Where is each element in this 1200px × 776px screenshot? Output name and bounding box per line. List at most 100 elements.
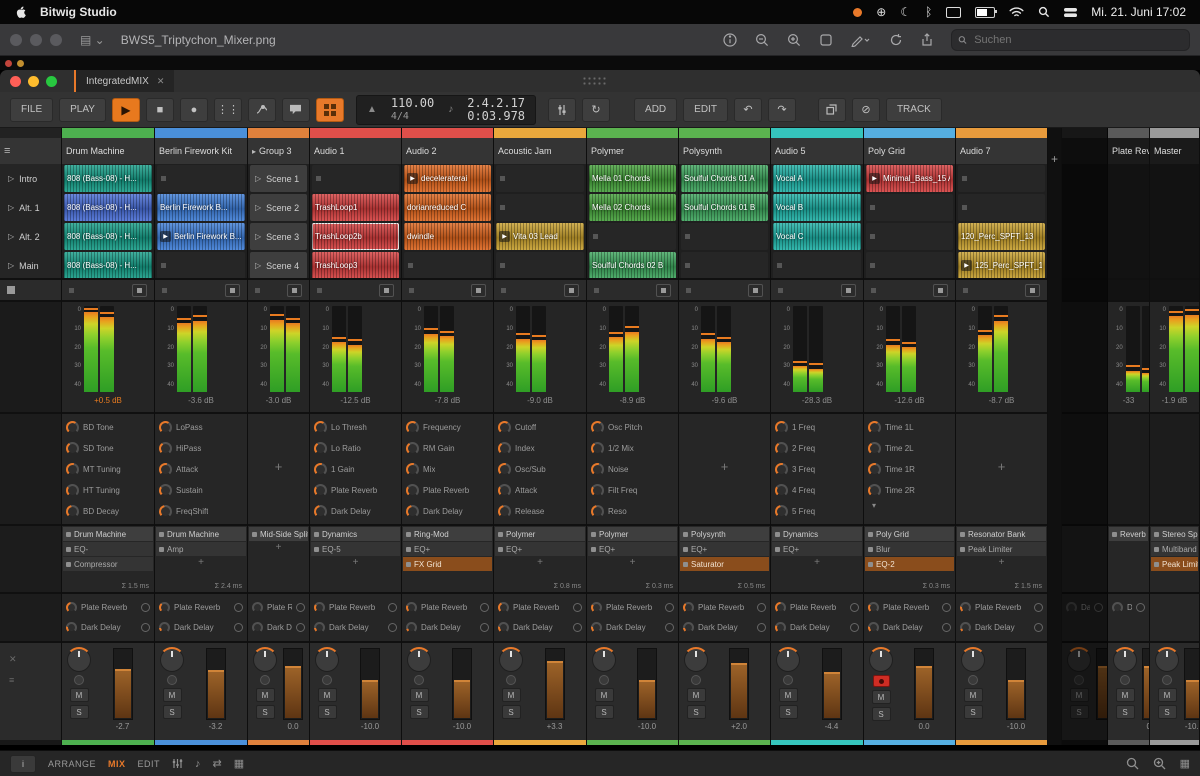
device-saturator[interactable]: Saturator [680,557,769,571]
scene-launch-slot[interactable]: ▷ Scene 4 [250,252,307,278]
wifi-icon[interactable] [1009,5,1024,19]
track-stop-button[interactable] [933,283,948,297]
send-pre-post-toggle[interactable] [234,622,243,632]
mute-button[interactable]: M [1069,688,1089,702]
device-enable-icon[interactable] [868,546,873,552]
device-enable-icon[interactable] [960,531,965,537]
send-knob[interactable] [775,621,786,633]
battery-icon[interactable] [975,5,998,19]
track-stop-button[interactable] [564,283,579,297]
send-knob[interactable] [406,601,417,613]
solo-button[interactable]: S [871,707,891,721]
scene-launch-slot[interactable]: ▷ Scene 3 [250,223,307,250]
mix-view-tab[interactable]: MIX [108,759,126,769]
pan-knob[interactable] [314,647,340,672]
device-enable-icon[interactable] [252,531,257,537]
monitor-button[interactable] [599,675,609,685]
send-knob[interactable] [159,601,170,613]
send-pre-post-toggle[interactable] [665,622,674,632]
macro-knob[interactable] [775,442,788,455]
track-name[interactable] [1062,138,1107,164]
loop-toggle-button[interactable]: ↻ [582,97,611,122]
clip-slot[interactable]: Berlin Firework B... [155,193,247,222]
clip[interactable]: 808 (Bass-08) - H... [64,223,152,250]
pan-knob[interactable] [252,647,278,672]
clip-slot[interactable]: Mella 02 Chords [587,193,678,222]
track-name[interactable]: Audio 2 [402,138,493,164]
device-multiband-fx-3[interactable]: Multiband FX-3 [1151,542,1198,556]
monitor-button[interactable] [74,675,84,685]
sidebar-toggle-icon[interactable]: ▤ ⌄ [80,33,105,47]
device-enable-icon[interactable] [683,561,688,567]
clip[interactable]: Vocal C [773,223,861,250]
expand-arrow-icon[interactable]: ▸ [252,147,256,156]
empty-clip-slot[interactable] [589,223,676,250]
clip-slot[interactable]: Vocal B [771,193,863,222]
scene-row-intro[interactable]: ▷ Intro [0,164,61,193]
screen-record-icon[interactable] [853,5,863,19]
send-knob[interactable] [498,621,509,633]
zoom-window-button[interactable] [46,75,57,87]
volume-fader[interactable] [544,648,565,720]
automation-write-button[interactable] [247,97,276,122]
edit-button[interactable]: EDIT [683,97,728,122]
send-knob[interactable] [591,601,602,613]
macro-knob[interactable] [66,463,79,476]
rows-icon[interactable]: ≡ [9,675,17,685]
add-track-button[interactable]: + [1048,128,1062,745]
clip[interactable]: TrashLoop1 [312,194,399,221]
macro-knob[interactable] [775,463,788,476]
track-stop-button[interactable] [287,283,302,297]
clip[interactable]: dorianreduced C [404,194,491,221]
send-pre-post-toggle[interactable] [850,602,859,612]
solo-button[interactable]: S [255,705,275,719]
device-polysynth[interactable]: Polysynth [680,527,769,541]
add-device-button[interactable]: + [249,542,308,554]
send-pre-post-toggle[interactable] [1034,622,1043,632]
device-eq[interactable]: EQ- [63,542,153,556]
device-enable-icon[interactable] [960,546,965,552]
send-pre-post-toggle[interactable] [757,602,766,612]
send-pre-post-toggle[interactable] [388,622,397,632]
launcher-fader-icon-button[interactable] [548,97,577,122]
empty-clip-slot[interactable] [496,165,584,192]
add-macro-button[interactable]: + [683,417,766,517]
macro-knob[interactable] [591,421,604,434]
send-pre-post-toggle[interactable] [480,602,489,612]
undo-button[interactable]: ↶ [733,97,762,122]
project-tab[interactable]: IntegratedMIX ✕ [74,70,175,92]
macro-knob[interactable] [159,442,172,455]
mute-button[interactable]: M [409,688,429,702]
stop-button[interactable]: ■ [145,97,174,122]
pan-knob[interactable] [1112,647,1138,672]
volume-fader[interactable] [283,648,303,720]
device-eq[interactable]: EQ+ [403,542,492,556]
track-stop-button[interactable] [656,283,671,297]
pan-knob[interactable] [683,647,709,672]
delete-button[interactable]: ⊘ [851,97,880,122]
device-enable-icon[interactable] [406,531,411,537]
device-enable-icon[interactable] [66,531,71,537]
clip-slot[interactable]: TrashLoop3 [310,251,401,278]
minimize-window-button[interactable] [28,75,39,87]
send-knob[interactable] [868,621,879,633]
clip-slot[interactable]: 120_Perc_SPFT_13 [956,222,1047,251]
empty-clip-slot[interactable] [866,223,953,250]
clip-slot[interactable]: Vocal A [771,164,863,193]
clip-slot[interactable]: ▶ 125_Perc_SPFT_11 [956,251,1047,278]
monitor-button[interactable] [691,675,701,685]
time-signature-display[interactable]: 4/4 [391,110,434,123]
clip-slot[interactable]: 808 (Bass-08) - H... [62,251,154,278]
macro-knob[interactable] [314,505,327,518]
clip-play-icon[interactable]: ▶ [407,173,418,184]
mute-button[interactable]: M [317,688,337,702]
macro-knob[interactable] [314,484,327,497]
device-enable-icon[interactable] [591,546,596,552]
scene-row-main[interactable]: ▷ Main [0,251,61,278]
info-icon[interactable] [723,32,737,47]
globe-icon[interactable]: ⊕ [876,5,886,19]
macro-knob[interactable] [775,505,788,518]
macro-knob[interactable] [159,463,172,476]
active-app-name[interactable]: Bitwig Studio [40,5,117,19]
mute-button[interactable]: M [1115,688,1135,702]
